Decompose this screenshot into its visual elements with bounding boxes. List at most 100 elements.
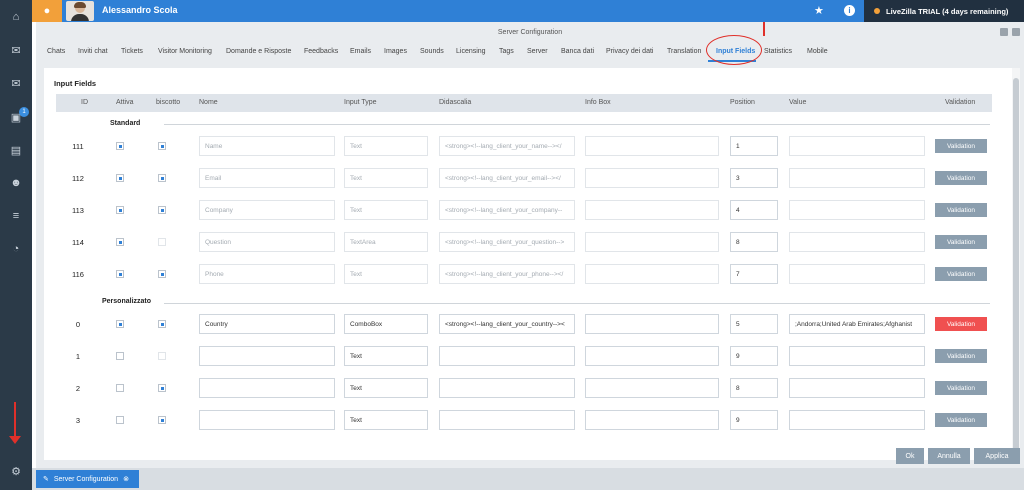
tab-visitor-monitoring[interactable]: Visitor Monitoring <box>158 48 212 55</box>
biscotto-checkbox[interactable] <box>158 270 166 278</box>
name-field[interactable]: Company <box>199 200 335 220</box>
info-box-field[interactable] <box>585 410 719 430</box>
biscotto-checkbox[interactable] <box>158 320 166 328</box>
attiva-checkbox[interactable] <box>116 174 124 182</box>
input-type-field[interactable]: Text <box>344 264 428 284</box>
name-field[interactable] <box>199 410 335 430</box>
caption-field[interactable]: <strong><!--lang_client_your_name--></ <box>439 136 575 156</box>
home-icon[interactable]: ⌂ <box>8 9 24 25</box>
user-name[interactable]: Alessandro Scola <box>102 5 178 15</box>
input-type-field[interactable]: ComboBox <box>344 314 428 334</box>
name-field[interactable]: Country <box>199 314 335 334</box>
close-icon[interactable] <box>1012 28 1020 36</box>
tab-tags[interactable]: Tags <box>499 48 514 55</box>
tab-images[interactable]: Images <box>384 48 407 55</box>
input-type-field[interactable]: Text <box>344 168 428 188</box>
caption-field[interactable] <box>439 378 575 398</box>
tab-sounds[interactable]: Sounds <box>420 48 444 55</box>
position-field[interactable]: 7 <box>730 264 778 284</box>
name-field[interactable]: Phone <box>199 264 335 284</box>
attiva-checkbox[interactable] <box>116 238 124 246</box>
annulla-button[interactable]: Annulla <box>928 448 970 464</box>
validation-button[interactable]: Validation <box>935 317 987 331</box>
value-field[interactable] <box>789 264 925 284</box>
validation-button[interactable]: Validation <box>935 171 987 185</box>
validation-button[interactable]: Validation <box>935 139 987 153</box>
caption-field[interactable] <box>439 346 575 366</box>
avatar[interactable] <box>66 1 94 21</box>
tab-feedbacks[interactable]: Feedbacks <box>304 48 338 55</box>
info-box-field[interactable] <box>585 264 719 284</box>
validation-button[interactable]: Validation <box>935 235 987 249</box>
validation-button[interactable]: Validation <box>935 349 987 363</box>
chat-icon[interactable]: ✉ <box>8 42 24 58</box>
value-field[interactable] <box>789 232 925 252</box>
biscotto-checkbox[interactable] <box>158 416 166 424</box>
info-box-field[interactable] <box>585 314 719 334</box>
attiva-checkbox[interactable] <box>116 206 124 214</box>
tab-privacy[interactable]: Privacy dei dati <box>606 48 653 55</box>
users-icon[interactable]: ☻ <box>8 175 24 191</box>
caption-field[interactable] <box>439 410 575 430</box>
input-type-field[interactable]: Text <box>344 200 428 220</box>
value-field[interactable] <box>789 410 925 430</box>
tab-tickets[interactable]: Tickets <box>121 48 143 55</box>
info-box-field[interactable] <box>585 136 719 156</box>
input-type-field[interactable]: Text <box>344 136 428 156</box>
tab-chats[interactable]: Chats <box>47 48 65 55</box>
name-field[interactable]: Name <box>199 136 335 156</box>
position-field[interactable]: 3 <box>730 168 778 188</box>
name-field[interactable]: Question <box>199 232 335 252</box>
tab-licensing[interactable]: Licensing <box>456 48 486 55</box>
caption-field[interactable]: <strong><!--lang_client_your_phone--></ <box>439 264 575 284</box>
position-field[interactable]: 5 <box>730 314 778 334</box>
attiva-checkbox[interactable] <box>116 416 124 424</box>
value-field[interactable]: ;Andorra;United Arab Emirates;Afghanist <box>789 314 925 334</box>
scrollbar-thumb[interactable] <box>1013 78 1019 452</box>
name-field[interactable] <box>199 346 335 366</box>
taskbar-server-configuration[interactable]: ✎ Server Configuration ⊗ <box>36 470 139 488</box>
value-field[interactable] <box>789 168 925 188</box>
reports-pie-icon[interactable]: ◔ <box>8 241 24 257</box>
position-field[interactable]: 4 <box>730 200 778 220</box>
info-box-field[interactable] <box>585 168 719 188</box>
tab-statistics[interactable]: Statistics <box>764 48 792 55</box>
minimize-icon[interactable] <box>1000 28 1008 36</box>
attiva-checkbox[interactable] <box>116 352 124 360</box>
validation-button[interactable]: Validation <box>935 267 987 281</box>
caption-field[interactable]: <strong><!--lang_client_your_question--> <box>439 232 575 252</box>
info-icon[interactable]: i <box>844 5 855 16</box>
attiva-checkbox[interactable] <box>116 270 124 278</box>
name-field[interactable] <box>199 378 335 398</box>
tab-domande-risposte[interactable]: Domande e Risposte <box>226 48 291 55</box>
value-field[interactable] <box>789 378 925 398</box>
position-field[interactable]: 8 <box>730 378 778 398</box>
input-type-field[interactable]: Text <box>344 410 428 430</box>
info-box-field[interactable] <box>585 378 719 398</box>
database-icon[interactable]: ≡ <box>8 208 24 224</box>
info-box-field[interactable] <box>585 200 719 220</box>
validation-button[interactable]: Validation <box>935 413 987 427</box>
input-type-field[interactable]: TextArea <box>344 232 428 252</box>
value-field[interactable] <box>789 200 925 220</box>
ok-button[interactable]: Ok <box>896 448 924 464</box>
tab-emails[interactable]: Emails <box>350 48 371 55</box>
star-icon[interactable]: ★ <box>814 4 824 17</box>
input-type-field[interactable]: Text <box>344 378 428 398</box>
position-field[interactable]: 1 <box>730 136 778 156</box>
biscotto-checkbox[interactable] <box>158 384 166 392</box>
caption-field[interactable]: <strong><!--lang_client_your_country-->< <box>439 314 575 334</box>
trial-status[interactable]: LiveZilla TRIAL (4 days remaining) <box>864 0 1024 22</box>
biscotto-checkbox[interactable] <box>158 206 166 214</box>
attiva-checkbox[interactable] <box>116 384 124 392</box>
tab-server[interactable]: Server <box>527 48 548 55</box>
attiva-checkbox[interactable] <box>116 320 124 328</box>
biscotto-checkbox[interactable] <box>158 352 166 360</box>
livezilla-logo-icon[interactable]: ● <box>32 0 62 22</box>
value-field[interactable] <box>789 346 925 366</box>
info-box-field[interactable] <box>585 232 719 252</box>
validation-button[interactable]: Validation <box>935 203 987 217</box>
tab-banca-dati[interactable]: Banca dati <box>561 48 594 55</box>
mail-icon[interactable]: ✉ <box>8 75 24 91</box>
name-field[interactable]: Email <box>199 168 335 188</box>
